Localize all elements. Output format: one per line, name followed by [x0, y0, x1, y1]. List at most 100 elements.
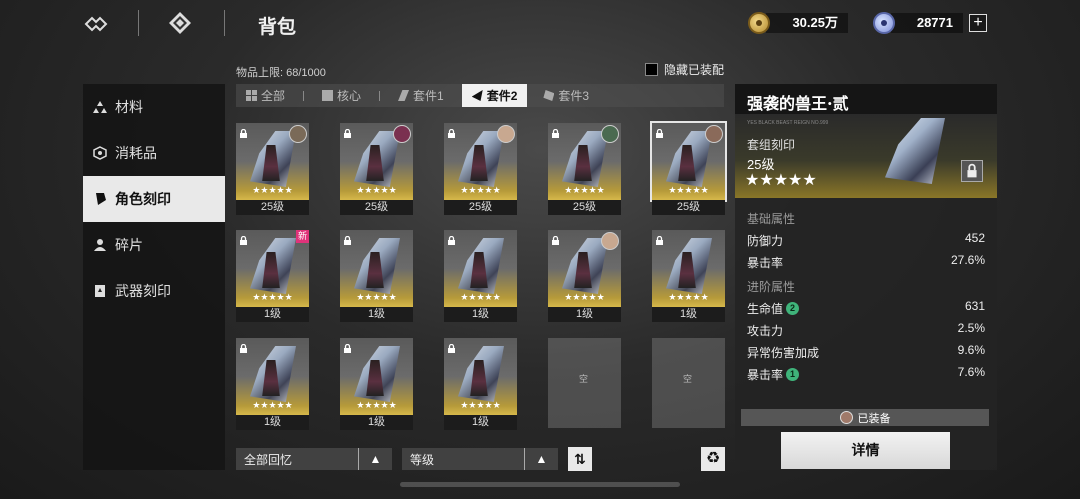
attribute-row: 异常伤害加成 9.6%	[747, 343, 985, 361]
attribute-name-text: 暴击率	[747, 367, 784, 382]
imprint-card[interactable]: ★★★★★ 1级	[236, 338, 309, 430]
attribute-name-text: 生命值	[747, 301, 784, 316]
imprint-card[interactable]: ★★★★★ 1级	[548, 230, 621, 322]
details-button[interactable]: 详情	[781, 432, 950, 469]
attribute-value: 9.6%	[957, 343, 985, 357]
star-rating: ★★★★★	[460, 400, 501, 410]
filter-label: 全部回忆	[244, 452, 293, 467]
imprint-art: ★★★★★	[340, 123, 413, 200]
sidebar-item-fragments[interactable]: 碎片	[83, 222, 225, 268]
attribute-row: 攻击力 2.5%	[747, 321, 985, 339]
lock-toggle-button[interactable]	[961, 160, 983, 182]
add-currency-button[interactable]: +	[969, 14, 987, 32]
gem-icon	[873, 12, 895, 34]
new-badge: 新	[296, 230, 309, 243]
imprint-card[interactable]: ★★★★★ 25级	[650, 121, 727, 215]
hide-equipped-toggle[interactable]: 隐藏已装配	[645, 61, 724, 78]
empty-slot-label: 空	[579, 374, 589, 384]
equipped-indicator: 已装备	[741, 409, 989, 426]
imprint-card[interactable]: ★★★★★ 1级	[652, 230, 725, 322]
sidebar-item-materials[interactable]: 材料	[83, 84, 225, 130]
sidebar-item-weapon-imprint[interactable]: 武器刻印	[83, 268, 225, 314]
sort-order-button[interactable]: ⇅	[568, 447, 592, 471]
diamond-grid-icon[interactable]	[168, 11, 192, 35]
imprint-art	[885, 118, 945, 184]
sidebar-item-consumables[interactable]: 消耗品	[83, 130, 225, 176]
imprint-level: 25级	[652, 200, 725, 215]
lock-icon	[447, 125, 456, 138]
chevron-up-icon[interactable]: ▲	[358, 448, 392, 470]
lock-icon	[967, 163, 977, 178]
star-rating: ★★★★★	[460, 292, 501, 302]
filter-dropdown[interactable]: 全部回忆 ▲	[236, 448, 392, 470]
imprint-stars: ★★★★★	[745, 172, 817, 189]
star-rating: ★★★★★	[356, 400, 397, 410]
imprint-card[interactable]: ★★★★★ 25级	[548, 123, 621, 215]
lock-icon	[551, 232, 560, 245]
attribute-value: 631	[964, 299, 985, 313]
tab-all[interactable]: 全部	[236, 84, 295, 107]
back-logo-icon[interactable]	[84, 12, 108, 36]
imprint-card[interactable]: ★★★★★ 25级	[444, 123, 517, 215]
tab-label: 套件2	[486, 89, 518, 103]
imprint-art: ★★★★★	[650, 121, 727, 202]
triangle-cluster-icon	[93, 101, 107, 113]
imprint-card[interactable]: ★★★★★ 1级	[340, 338, 413, 430]
imprint-level: 1级	[340, 415, 413, 430]
imprint-level: 1级	[444, 415, 517, 430]
empty-slot: 空	[548, 338, 621, 428]
imprint-art: ★★★★★	[444, 123, 517, 200]
imprint-name: 强袭的兽王·贰	[735, 84, 997, 114]
attribute-row: 防御力 452	[747, 231, 985, 249]
avatar	[393, 125, 411, 143]
lock-icon	[239, 125, 248, 138]
attribute-value: 452	[964, 231, 985, 245]
attribute-name: 暴击率	[747, 255, 784, 270]
avatar	[601, 232, 619, 250]
sidebar-item-character-imprint[interactable]: 角色刻印	[83, 176, 225, 222]
imprint-card[interactable]: ★★★★★ 1级	[444, 230, 517, 322]
sidebar-item-label: 武器刻印	[115, 283, 171, 299]
imprint-card[interactable]: ★★★★★ 1级	[444, 338, 517, 430]
sort-dropdown[interactable]: 等级 ▲	[402, 448, 558, 470]
roll-count-badge: 2	[786, 301, 800, 315]
imprint-level: 1级	[236, 415, 309, 430]
tab-core[interactable]: 核心	[312, 84, 371, 107]
tab-set-3[interactable]: 套件3	[533, 84, 599, 107]
imprint-card[interactable]: ★★★★★ 1级	[340, 230, 413, 322]
star-rating: ★★★★★	[356, 292, 397, 302]
sidebar: 材料 消耗品 角色刻印 碎片 武器刻印	[83, 84, 225, 470]
tab-set-1[interactable]: 套件1	[388, 84, 454, 107]
tab-label: 套件1	[413, 89, 444, 103]
attribute-row: 暴击率 27.6%	[747, 253, 985, 271]
sort-label: 等级	[410, 452, 435, 467]
chevron-up-icon[interactable]: ▲	[524, 448, 558, 470]
imprint-card[interactable]: ★★★★★ 25级	[236, 123, 309, 215]
set-tabs: 全部 核心 套件1 套件2 套件3	[236, 84, 724, 107]
star-rating: ★★★★★	[564, 185, 605, 195]
star-rating: ★★★★★	[252, 292, 293, 302]
avatar	[839, 411, 853, 424]
imprint-card[interactable]: ★★★★★ 25级	[340, 123, 413, 215]
imprint-card[interactable]: ★★★★★ 新 1级	[236, 230, 309, 322]
imprint-art: ★★★★★	[548, 123, 621, 200]
sidebar-item-label: 消耗品	[115, 145, 157, 161]
attribute-name: 生命值 2	[747, 299, 800, 317]
divider	[224, 10, 225, 36]
imprint-level: 25级	[548, 200, 621, 215]
lock-icon	[239, 340, 248, 353]
imprint-level: 1级	[340, 307, 413, 322]
tab-set-2[interactable]: 套件2	[461, 84, 528, 107]
attribute-row: 生命值 2 631	[747, 299, 985, 317]
divider	[379, 90, 381, 101]
imprint-art: ★★★★★	[236, 338, 309, 415]
sidebar-item-label: 碎片	[115, 237, 143, 253]
recycle-button[interactable]: ♻	[701, 447, 725, 471]
imprint-level: 1级	[444, 307, 517, 322]
divider	[303, 90, 305, 101]
coin-icon	[748, 12, 770, 34]
tab-label: 核心	[337, 89, 362, 103]
hide-equipped-checkbox[interactable]	[645, 63, 658, 76]
attribute-row: 暴击率 1 7.6%	[747, 365, 985, 383]
star-rating: ★★★★★	[460, 185, 501, 195]
